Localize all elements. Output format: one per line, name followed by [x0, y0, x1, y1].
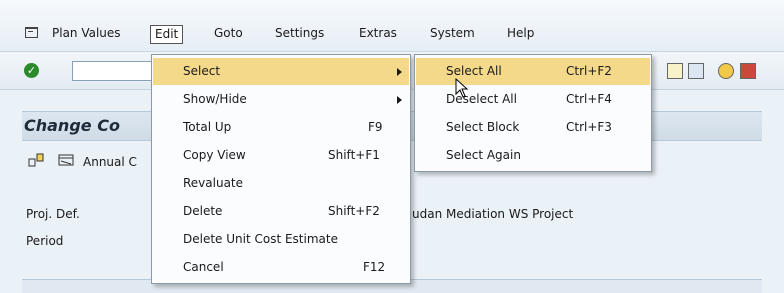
proj-def-label: Proj. Def.: [26, 207, 80, 221]
menu-item-show-hide[interactable]: Show/Hide: [153, 86, 409, 113]
mouse-cursor-icon: [455, 78, 469, 98]
menu-item-select-again[interactable]: Select Again: [416, 142, 650, 169]
menu-settings[interactable]: Settings: [271, 25, 328, 44]
menu-item-select-block[interactable]: Select Block Ctrl+F3: [416, 114, 650, 141]
new-window-icon[interactable]: [688, 63, 704, 79]
command-field[interactable]: [72, 61, 158, 81]
menu-item-deselect-all[interactable]: Deselect All Ctrl+F4: [416, 86, 650, 113]
submenu-arrow-icon: [397, 68, 402, 76]
select-submenu: Select All Ctrl+F2 Deselect All Ctrl+F4 …: [414, 54, 652, 172]
menu-item-cancel[interactable]: Cancel F12: [153, 254, 409, 281]
menu-extras[interactable]: Extras: [355, 25, 401, 44]
menu-item-revaluate[interactable]: Revaluate: [153, 170, 409, 197]
menu-item-select[interactable]: Select: [153, 58, 409, 85]
page-title: Change Co: [24, 116, 120, 135]
menu-bar: Plan Values Edit Goto Settings Extras Sy…: [0, 0, 784, 52]
help-icon[interactable]: [718, 63, 734, 79]
menu-plan-values[interactable]: Plan Values: [48, 25, 125, 44]
submenu-arrow-icon: [397, 96, 402, 104]
menu-goto[interactable]: Goto: [210, 25, 247, 44]
menu-item-delete[interactable]: Delete Shift+F2: [153, 198, 409, 225]
edit-menu: Select Show/Hide Total Up F9 Copy View S…: [151, 54, 411, 284]
customize-icon[interactable]: [740, 63, 756, 79]
menu-item-copy-view[interactable]: Copy View Shift+F1: [153, 142, 409, 169]
enter-check-icon[interactable]: ✓: [24, 63, 39, 78]
annual-button-label[interactable]: Annual C: [83, 155, 137, 169]
menu-help[interactable]: Help: [503, 25, 538, 44]
menu-item-total-up[interactable]: Total Up F9: [153, 114, 409, 141]
menu-item-select-all[interactable]: Select All Ctrl+F2: [416, 58, 650, 85]
annual-icon[interactable]: [58, 153, 74, 167]
layout-icon[interactable]: [667, 63, 683, 79]
menu-item-delete-unit-cost-estimate[interactable]: Delete Unit Cost Estimate: [153, 226, 409, 253]
proj-def-value: udan Mediation WS Project: [412, 207, 574, 221]
menu-system[interactable]: System: [426, 25, 479, 44]
period-label: Period: [26, 234, 64, 248]
menu-edit[interactable]: Edit: [150, 25, 184, 44]
switch-icon[interactable]: [28, 153, 44, 167]
window-menu-icon[interactable]: [25, 27, 38, 38]
